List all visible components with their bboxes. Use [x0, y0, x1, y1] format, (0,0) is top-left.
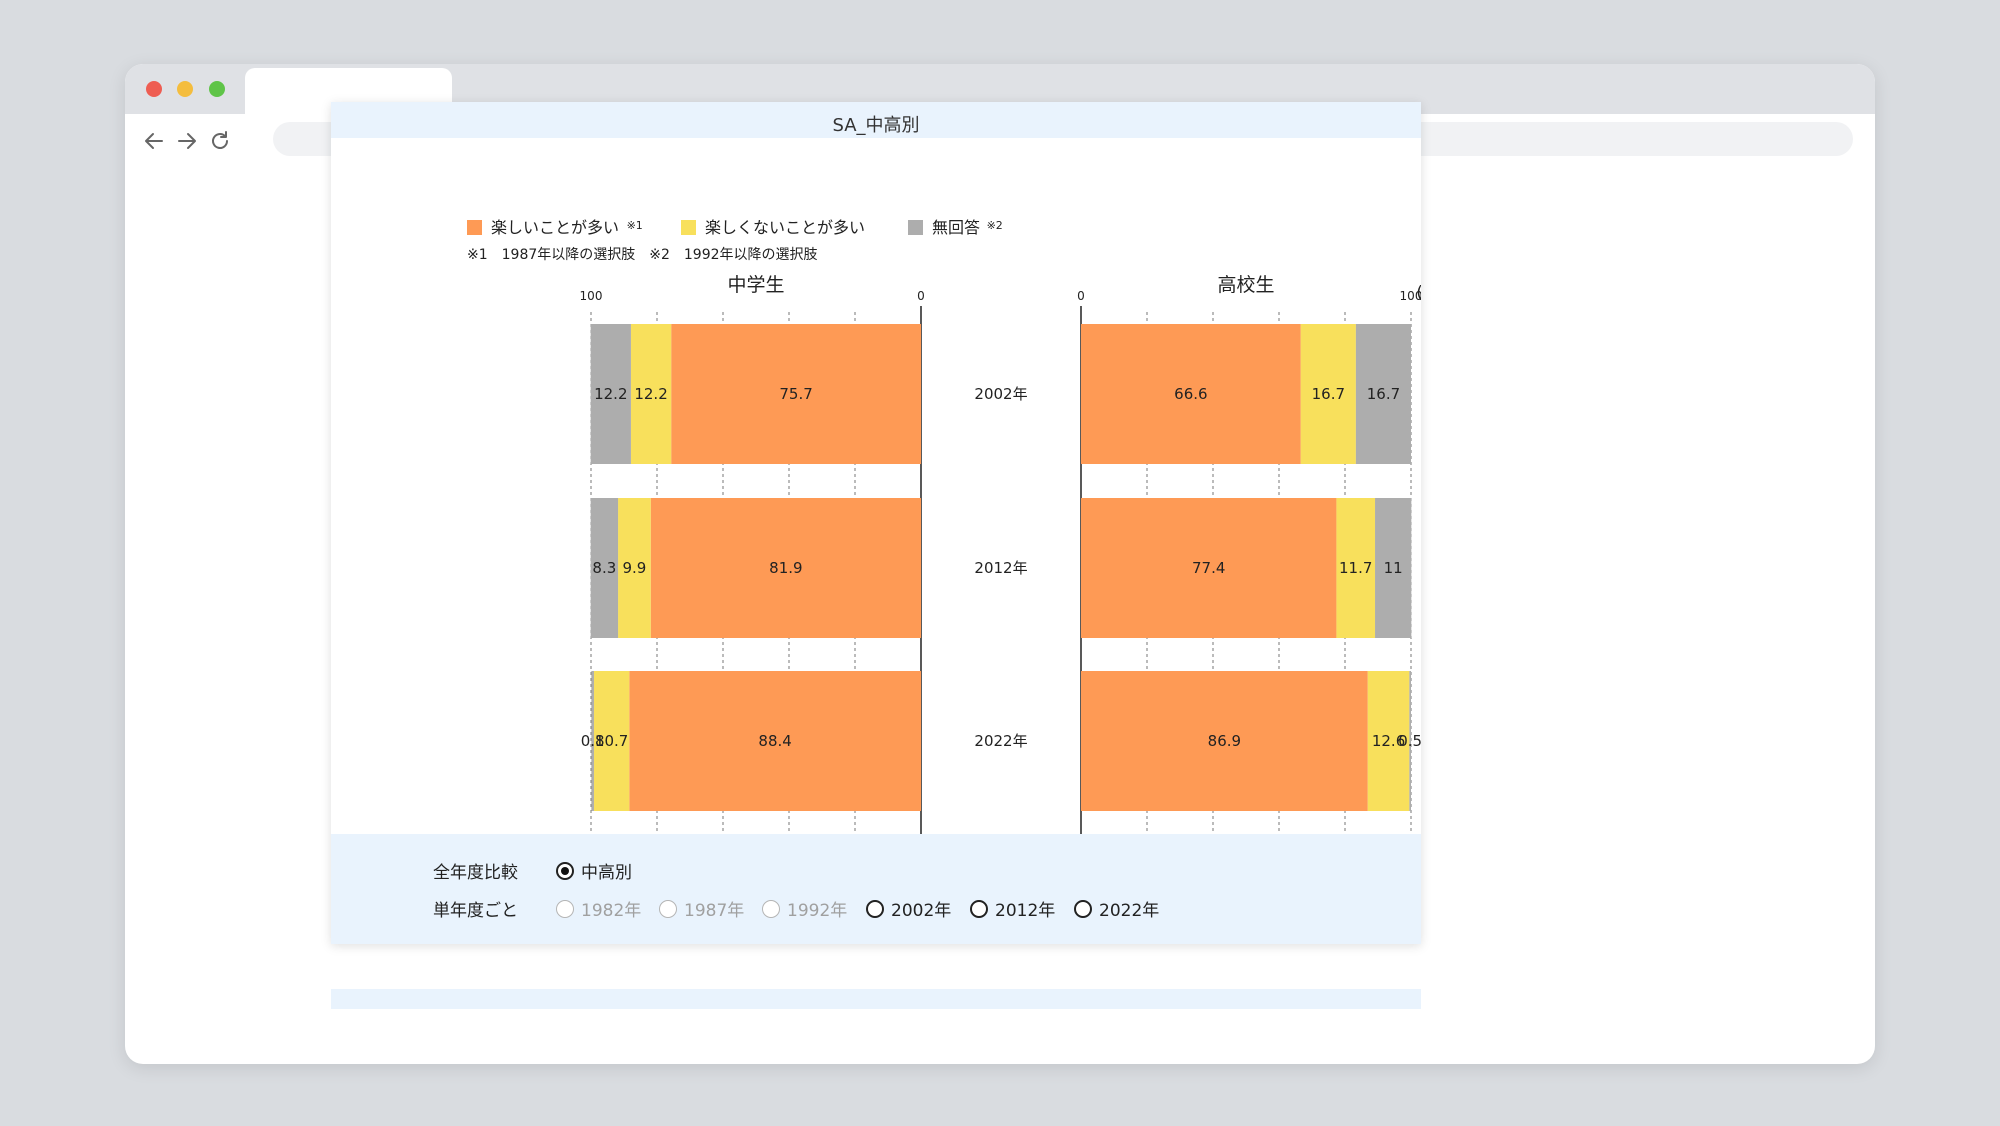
panel-title: 高校生 — [1217, 274, 1274, 296]
chart-card: SA_中高別 楽しいことが多い ※1 楽しくないことが多い 無回答 ※2 ※1 1987年… — [331, 102, 1421, 944]
next-card-edge — [331, 989, 1421, 1009]
legend-note: ※2 — [987, 219, 1003, 232]
radio-label: 2012年 — [995, 901, 1056, 921]
category-label: 2002年 — [974, 385, 1027, 403]
data-label: 77.4 — [1192, 559, 1225, 577]
radio-year-option[interactable]: 2002年 — [866, 896, 951, 921]
data-label: 12.2 — [634, 385, 667, 403]
minimize-window-button[interactable] — [177, 81, 193, 97]
legend-label: 無回答 — [932, 218, 980, 237]
maximize-window-button[interactable] — [209, 81, 225, 97]
panel-title: 中学生 — [727, 274, 784, 296]
unit-label: (%) — [1416, 283, 1421, 303]
legend-swatch — [681, 220, 696, 235]
chart-controls: 全年度比較 中高別 単年度ごと 1982年 1987年 1992年 2002年 2012… — [331, 834, 1421, 944]
back-arrow-icon[interactable] — [141, 128, 167, 154]
close-window-button[interactable] — [146, 81, 162, 97]
legend-label: 楽しくないことが多い — [705, 218, 865, 237]
data-label: 81.9 — [769, 559, 802, 577]
radio-label: 1992年 — [787, 901, 848, 921]
tick-label: 100 — [580, 289, 603, 303]
radio-circle-icon — [1074, 899, 1092, 918]
data-label: 11.7 — [1339, 559, 1372, 577]
data-label: 88.4 — [758, 732, 791, 750]
radio-compare-by-school[interactable]: 中高別 — [556, 858, 632, 883]
radio-year-option[interactable]: 1987年 — [659, 896, 744, 921]
radio-circle-icon — [762, 899, 780, 918]
data-label: 0.5 — [1398, 732, 1421, 750]
compare-all-years-label: 全年度比較 — [433, 863, 518, 883]
chart-area: 楽しいことが多い ※1 楽しくないことが多い 無回答 ※2 ※1 1987年以降の選択肢 … — [467, 218, 1421, 834]
legend-label: 楽しいことが多い — [491, 218, 619, 237]
tick-label: 0 — [917, 289, 925, 303]
legend-swatch — [467, 220, 482, 235]
radio-circle-icon — [866, 899, 884, 918]
radio-year-option[interactable]: 2012年 — [970, 896, 1055, 921]
data-label: 75.7 — [779, 385, 812, 403]
card-title: SA_中高別 — [331, 102, 1421, 138]
reload-icon[interactable] — [207, 128, 233, 154]
radio-circle-icon — [659, 899, 677, 918]
category-label: 2022年 — [974, 732, 1027, 750]
forward-arrow-icon[interactable] — [174, 128, 200, 154]
category-label: 2012年 — [974, 559, 1027, 577]
data-label: 12.2 — [594, 385, 627, 403]
data-label: 9.9 — [622, 559, 646, 577]
radio-circle-icon — [556, 899, 574, 918]
tick-label: 0 — [1077, 289, 1085, 303]
legend-note: ※1 — [627, 219, 643, 232]
data-label: 16.7 — [1367, 385, 1400, 403]
data-label: 11 — [1384, 559, 1403, 577]
radio-year-option[interactable]: 1982年 — [556, 896, 641, 921]
data-label: 8.3 — [592, 559, 616, 577]
radio-label: 1987年 — [684, 901, 745, 921]
radio-label: 中高別 — [581, 863, 632, 883]
data-label: 66.6 — [1174, 385, 1207, 403]
radio-label: 1982年 — [581, 901, 642, 921]
data-label: 16.7 — [1312, 385, 1345, 403]
radio-label: 2022年 — [1099, 901, 1160, 921]
radio-circle-icon — [970, 899, 988, 918]
radio-circle-icon — [556, 861, 574, 880]
radio-label: 2002年 — [891, 901, 952, 921]
radio-year-option[interactable]: 1992年 — [762, 896, 847, 921]
data-label: 86.9 — [1208, 732, 1241, 750]
radio-year-option[interactable]: 2022年 — [1074, 896, 1159, 921]
data-label: 0.8 — [581, 732, 605, 750]
single-year-label: 単年度ごと — [433, 901, 518, 921]
legend-footnote: ※1 1987年以降の選択肢 ※2 1992年以降の選択肢 — [467, 247, 818, 263]
legend-swatch — [908, 220, 923, 235]
